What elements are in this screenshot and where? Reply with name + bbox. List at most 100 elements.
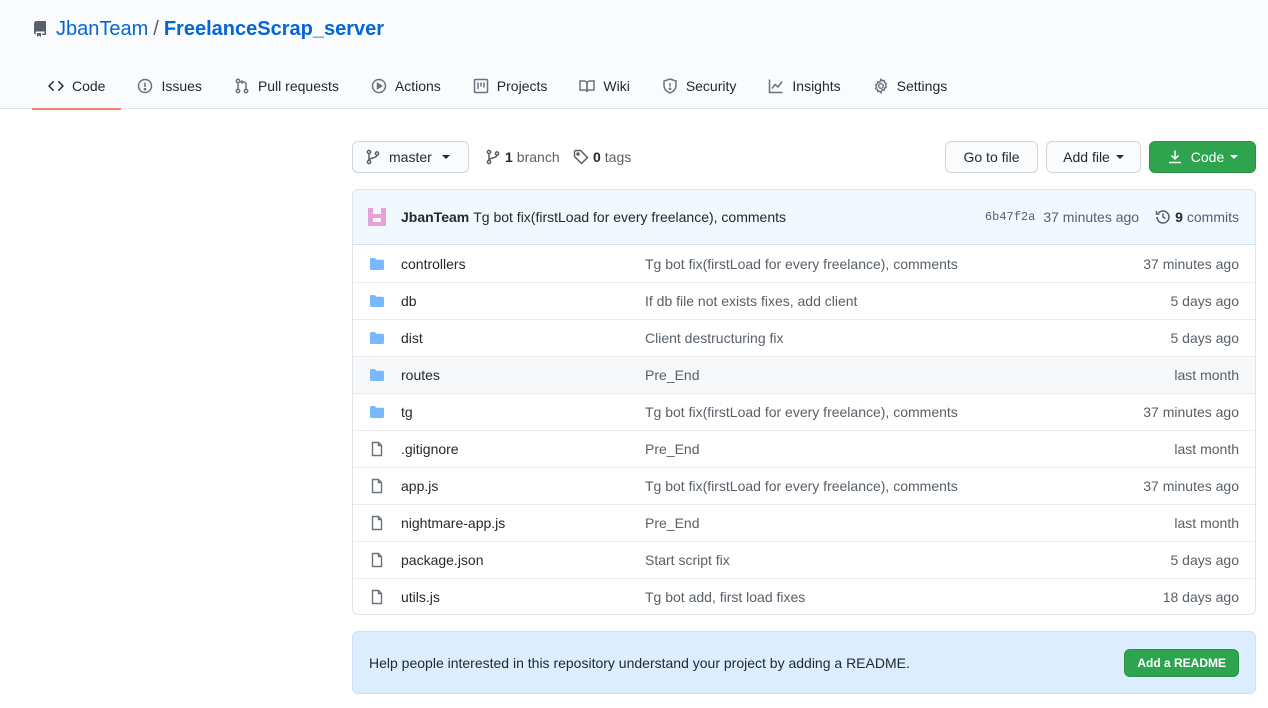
repo-name-link[interactable]: FreelanceScrap_server — [164, 18, 384, 41]
commits-history-link[interactable]: 9 commits — [1155, 209, 1239, 225]
file-name-link[interactable]: utils.js — [401, 589, 645, 605]
file-row[interactable]: routes Pre_End last month — [353, 356, 1255, 393]
file-row[interactable]: nightmare-app.js Pre_End last month — [353, 504, 1255, 541]
tab-label: Actions — [394, 77, 441, 94]
file-commit-link[interactable]: Tg bot fix(firstLoad for every freelance… — [645, 478, 1099, 494]
folder-icon — [370, 369, 384, 381]
folder-icon — [370, 332, 384, 344]
file-name-link[interactable]: .gitignore — [401, 441, 645, 457]
repo-header: JbanTeam / FreelanceScrap_server Code Is… — [0, 0, 1268, 110]
file-name-link[interactable]: app.js — [401, 478, 645, 494]
branches-link[interactable]: 1 branch — [485, 141, 560, 173]
file-commit-link[interactable]: Start script fix — [645, 552, 1099, 568]
tab-wiki[interactable]: Wiki — [563, 62, 645, 109]
file-age: last month — [1174, 515, 1239, 531]
folder-icon — [370, 257, 384, 270]
branch-count: 1 — [505, 149, 513, 165]
tab-settings[interactable]: Settings — [857, 62, 964, 109]
tab-label: Wiki — [603, 77, 630, 94]
file-commit-link[interactable]: Pre_End — [645, 515, 1099, 531]
tab-label: Security — [685, 77, 737, 94]
file-commit-link[interactable]: Tg bot fix(firstLoad for every freelance… — [645, 404, 1099, 420]
folder-icon — [370, 295, 384, 307]
folder-icon — [370, 406, 384, 418]
gear-icon — [874, 77, 887, 94]
tab-actions[interactable]: Actions — [355, 62, 457, 109]
add-readme-button[interactable]: Add a README — [1124, 648, 1239, 677]
tab-issues[interactable]: Issues — [121, 62, 217, 109]
file-age: last month — [1174, 367, 1239, 383]
file-row[interactable]: tg Tg bot fix(firstLoad for every freela… — [353, 393, 1255, 430]
tab-projects[interactable]: Projects — [457, 62, 564, 109]
commit-sha-link[interactable]: 6b47f2a — [985, 210, 1035, 224]
latest-commit-bar: JbanTeam Tg bot fix(firstLoad for every … — [353, 190, 1255, 245]
file-icon — [371, 552, 383, 568]
commit-count: 9 — [1175, 209, 1183, 225]
file-icon — [371, 478, 383, 494]
file-name-link[interactable]: nightmare-app.js — [401, 515, 645, 531]
file-row[interactable]: dist Client destructuring fix 5 days ago — [353, 319, 1255, 356]
tab-label: Issues — [161, 77, 202, 94]
commit-message-link[interactable]: Tg bot fix(firstLoad for every freelance… — [473, 209, 786, 225]
shield-icon — [663, 77, 677, 94]
file-commit-link[interactable]: Tg bot fix(firstLoad for every freelance… — [645, 256, 1099, 272]
project-icon — [473, 78, 489, 93]
file-row[interactable]: utils.js Tg bot add, first load fixes 18… — [353, 578, 1255, 614]
add-file-button[interactable]: Add file — [1046, 141, 1141, 173]
repo-icon — [32, 21, 48, 37]
tag-count: 0 — [593, 149, 601, 165]
tab-label: Insights — [792, 77, 841, 94]
file-row[interactable]: .gitignore Pre_End last month — [353, 430, 1255, 467]
repo-owner-link[interactable]: JbanTeam — [56, 18, 148, 41]
tags-link[interactable]: 0 tags — [573, 141, 631, 173]
file-commit-link[interactable]: Pre_End — [645, 367, 1099, 383]
commit-time: 37 minutes ago — [1043, 209, 1140, 225]
tab-insights[interactable]: Insights — [752, 62, 856, 109]
file-navigation-toolbar: master 1 branch 0 tags Go to file Add fi… — [352, 141, 1256, 173]
tab-code[interactable]: Code — [32, 62, 122, 110]
tab-label: Settings — [896, 77, 948, 94]
file-commit-link[interactable]: Tg bot add, first load fixes — [645, 589, 1099, 605]
git-branch-icon — [486, 149, 500, 165]
avatar[interactable] — [365, 205, 389, 229]
commit-details: 6b47f2a 37 minutes ago 9 commits — [985, 209, 1239, 225]
pull-request-icon — [235, 78, 249, 93]
file-icon — [371, 515, 383, 531]
code-download-button[interactable]: Code — [1149, 141, 1256, 173]
file-name-link[interactable]: db — [401, 293, 645, 309]
chevron-down-icon — [441, 155, 450, 159]
file-row[interactable]: db If db file not exists fixes, add clie… — [353, 282, 1255, 319]
file-name-link[interactable]: controllers — [401, 256, 645, 272]
branch-label: branch — [516, 149, 560, 165]
file-commit-link[interactable]: Client destructuring fix — [645, 330, 1099, 346]
issue-icon — [138, 78, 153, 93]
go-to-file-button[interactable]: Go to file — [945, 141, 1038, 173]
chevron-down-icon — [1115, 155, 1124, 159]
tab-label: Projects — [496, 77, 548, 94]
tab-pull-requests[interactable]: Pull requests — [218, 62, 355, 109]
commit-author-link[interactable]: JbanTeam — [401, 209, 469, 225]
branch-name: master — [389, 149, 432, 165]
history-icon — [1155, 210, 1170, 224]
file-row[interactable]: app.js Tg bot fix(firstLoad for every fr… — [353, 467, 1255, 504]
file-age: 37 minutes ago — [1143, 255, 1239, 272]
file-name-link[interactable]: package.json — [401, 552, 645, 568]
file-name-link[interactable]: tg — [401, 404, 645, 420]
book-icon — [579, 79, 596, 92]
file-icon — [371, 441, 383, 457]
code-button-label: Code — [1190, 149, 1225, 165]
file-age: 37 minutes ago — [1143, 404, 1239, 420]
file-commit-link[interactable]: If db file not exists fixes, add client — [645, 293, 1099, 309]
branch-select-button[interactable]: master — [352, 141, 469, 173]
code-icon — [48, 80, 64, 91]
repo-tabs: Code Issues Pull requests Actions Projec… — [32, 62, 964, 110]
file-row[interactable]: controllers Tg bot fix(firstLoad for eve… — [353, 245, 1255, 282]
file-age: 5 days ago — [1170, 293, 1240, 309]
file-name-link[interactable]: routes — [401, 367, 645, 383]
add-file-label: Add file — [1063, 149, 1110, 165]
tab-security[interactable]: Security — [646, 62, 753, 109]
file-name-link[interactable]: dist — [401, 330, 645, 346]
repo-separator: / — [153, 17, 159, 40]
file-commit-link[interactable]: Pre_End — [645, 441, 1099, 457]
file-row[interactable]: package.json Start script fix 5 days ago — [353, 541, 1255, 578]
